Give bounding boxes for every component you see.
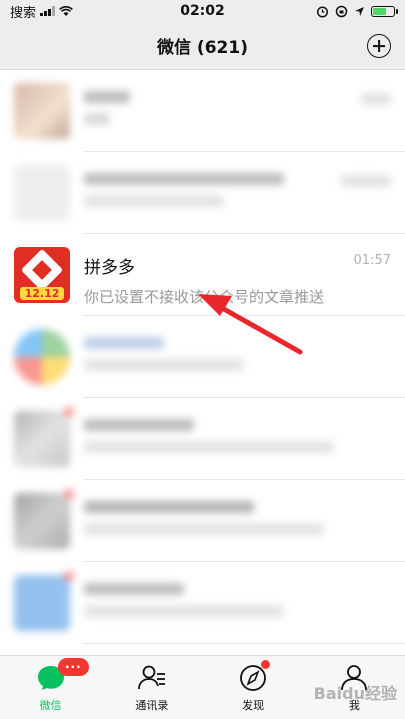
avatar (14, 329, 70, 385)
chat-item[interactable] (0, 70, 405, 152)
avatar-tag: 12.12 (20, 287, 64, 300)
pinduoduo-logo-icon (20, 248, 64, 292)
chat-list[interactable]: 12.12 拼多多 你已设置不接收该公众号的文章推送 01:57 (0, 70, 405, 655)
wifi-icon (59, 5, 73, 16)
avatar (14, 407, 74, 467)
unread-badge: ··· (58, 658, 89, 676)
chat-time: 01:57 (353, 253, 391, 268)
avatar (14, 165, 70, 221)
signal-icon (40, 6, 56, 16)
chat-item[interactable] (0, 152, 405, 234)
pinduoduo-avatar: 12.12 (14, 247, 70, 303)
chat-body: 拼多多 你已设置不接收该公众号的文章推送 01:57 (84, 247, 391, 306)
chat-body (84, 575, 391, 631)
chat-item[interactable] (0, 398, 405, 480)
battery-icon (371, 5, 398, 17)
tab-discover[interactable]: 发现 (203, 656, 304, 719)
nav-bar: 微信 (621) (0, 22, 405, 70)
chat-body (84, 493, 391, 549)
watermark: Baidu经验 (313, 684, 397, 703)
status-right (255, 5, 398, 18)
alarm-icon (316, 5, 329, 18)
chat-body (84, 83, 391, 139)
tab-label: 通讯录 (135, 699, 169, 712)
chat-body (84, 165, 391, 221)
add-icon[interactable] (367, 34, 391, 58)
chat-item-pinduoduo[interactable]: 12.12 拼多多 你已设置不接收该公众号的文章推送 01:57 (0, 234, 405, 316)
tab-contacts[interactable]: 通讯录 (101, 656, 202, 719)
avatar (14, 489, 74, 549)
status-time: 02:02 (180, 3, 225, 19)
carrier-label: 搜索 (10, 5, 37, 21)
page-title: 微信 (621) (157, 38, 248, 58)
unread-dot (64, 489, 74, 499)
status-bar: 搜索 02:02 (0, 0, 405, 22)
chat-preview: 你已设置不接收该公众号的文章推送 (84, 288, 325, 306)
chat-name: 拼多多 (84, 258, 135, 278)
location-icon (355, 6, 364, 16)
chat-item[interactable] (0, 316, 405, 398)
status-left: 搜索 (10, 2, 150, 21)
chat-item[interactable] (0, 480, 405, 562)
notification-dot (260, 660, 270, 669)
avatar (14, 571, 74, 631)
chat-body (84, 329, 391, 385)
avatar (14, 83, 70, 139)
chat-body (84, 411, 391, 467)
tab-chats[interactable]: ··· 微信 (0, 656, 101, 719)
chat-item[interactable] (0, 562, 405, 644)
unread-dot (64, 571, 74, 581)
rotation-lock-icon (335, 5, 348, 17)
tab-label: 发现 (242, 699, 265, 712)
contacts-icon (137, 665, 165, 690)
tab-label: 微信 (39, 699, 62, 712)
unread-dot (64, 407, 74, 417)
